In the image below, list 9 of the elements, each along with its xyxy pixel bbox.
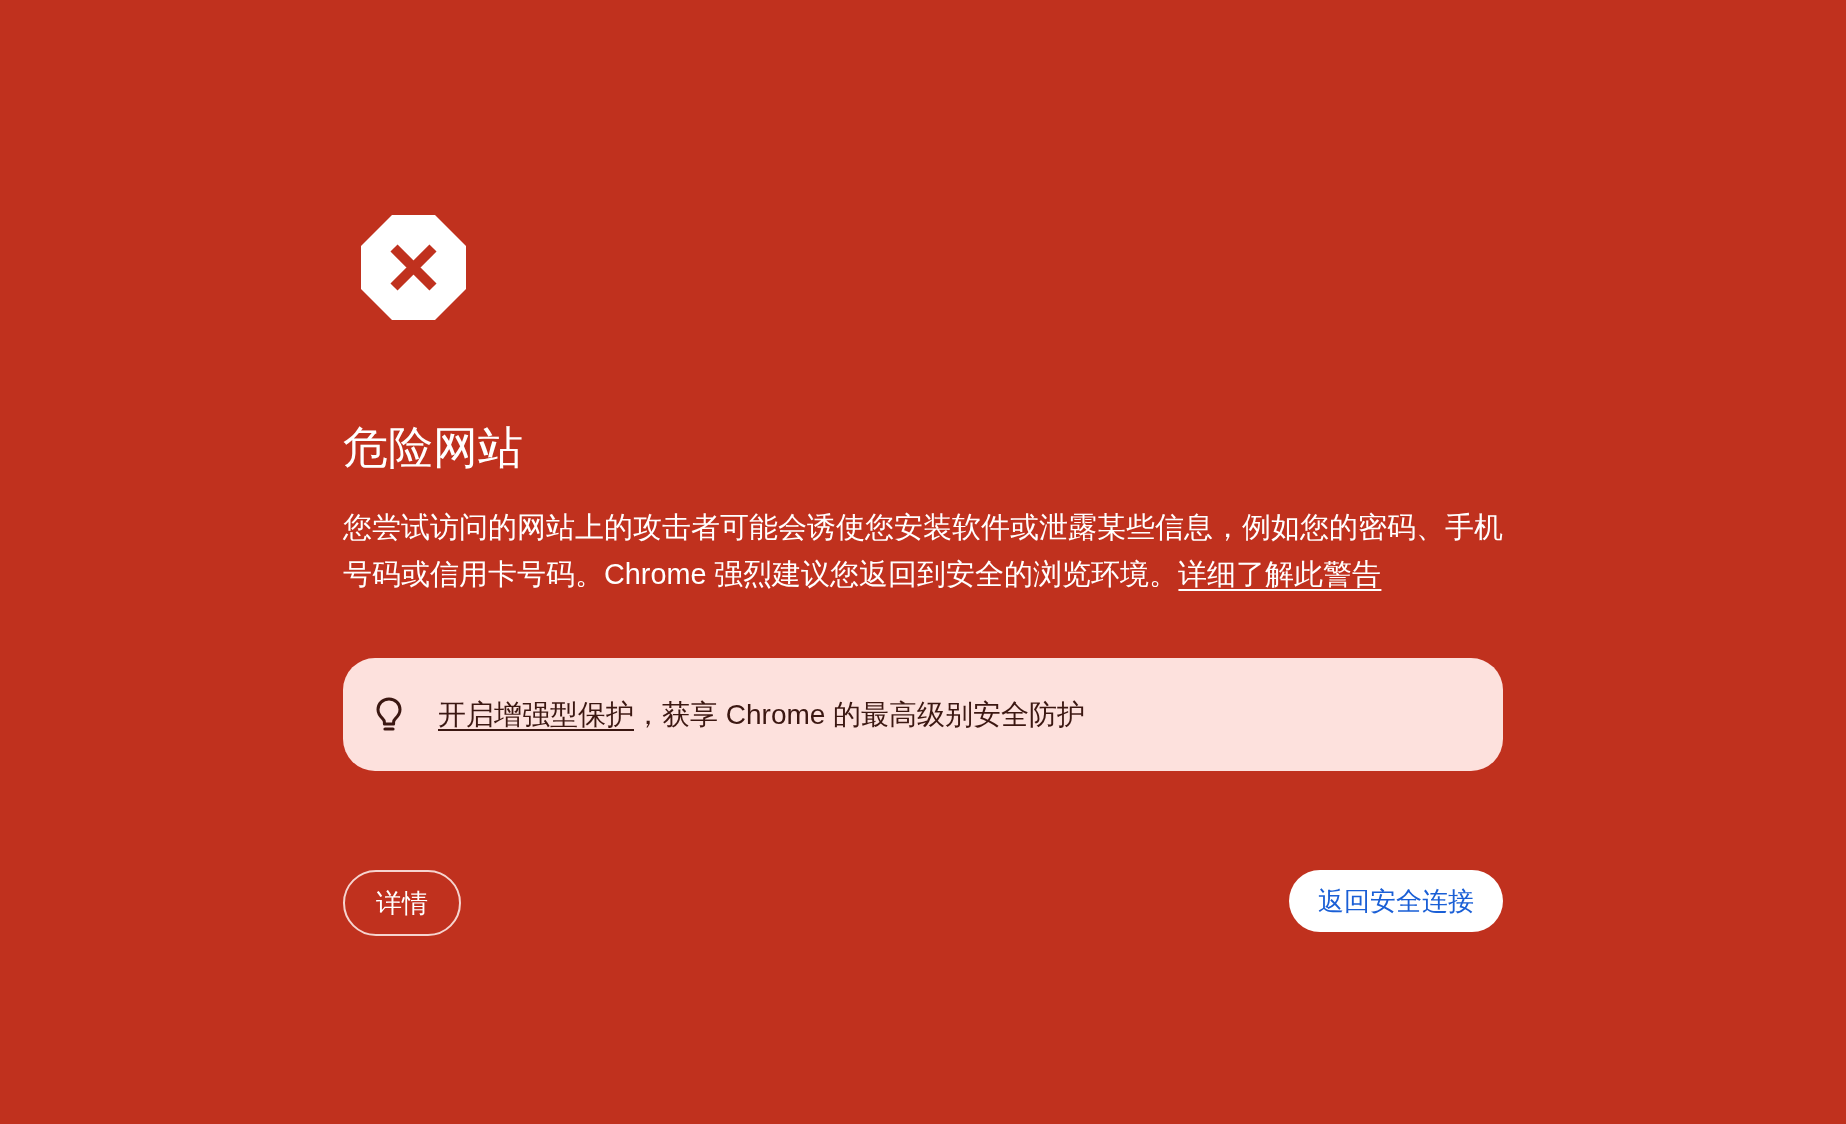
learn-more-link[interactable]: 详细了解此警告 (1178, 558, 1382, 590)
warning-message: 您尝试访问的网站上的攻击者可能会诱使您安装软件或泄露某些信息，例如您的密码、手机号码或信用卡号码。Chrome 强烈建议您返回到安全的浏览环境。详细了解此警告 (343, 510, 1504, 592)
back-to-safety-button[interactable]: 返回安全连接 (1289, 870, 1503, 932)
lightbulb-icon (376, 696, 402, 733)
page-title: 危险网站 (343, 421, 523, 475)
danger-octagon-icon (361, 215, 466, 320)
enhanced-protection-link[interactable]: 开启增强型保护 (438, 698, 634, 730)
details-button[interactable]: 详情 (343, 870, 461, 936)
protection-tip-text: 开启增强型保护，获享 Chrome 的最高级别安全防护 (438, 697, 1086, 732)
